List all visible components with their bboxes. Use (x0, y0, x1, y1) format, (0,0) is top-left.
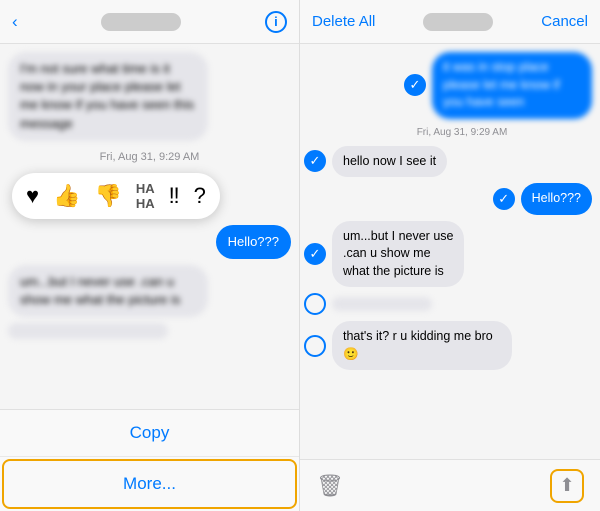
cancel-button[interactable]: Cancel (541, 13, 588, 30)
back-chevron-icon: ‹ (12, 12, 18, 32)
select-checkbox[interactable]: ✓ (304, 150, 326, 172)
left-header: ‹ i (0, 0, 299, 44)
select-checkbox[interactable]: ✓ (493, 188, 515, 210)
copy-menu-item[interactable]: Copy (0, 410, 299, 457)
right-panel: Delete All Cancel ✓ it was in stop place… (300, 0, 600, 511)
context-menu: Copy More... (0, 409, 299, 511)
contact-name-blur (101, 13, 181, 31)
message-bubble: it was in stop place please let me know … (432, 52, 592, 119)
share-icon: ⬆ (559, 475, 574, 496)
info-button[interactable]: i (265, 11, 287, 33)
back-button[interactable]: ‹ (12, 12, 18, 32)
message-bubble: hello now I see it (332, 146, 447, 178)
message-bubble: um...but I never use.can u show mewhat t… (332, 221, 464, 288)
trash-icon: 🗑 (316, 473, 344, 498)
timestamp-label: Fri, Aug 31, 9:29 AM (332, 127, 592, 138)
right-messages-list: ✓ it was in stop place please let me kno… (300, 44, 600, 459)
list-item: that's it? r u kidding me bro 🙂 (304, 321, 592, 370)
right-footer: 🗑 ⬆ (300, 459, 600, 511)
checkmark-icon: ✓ (498, 191, 509, 207)
left-panel: ‹ i I'm not sure what time is it now in … (0, 0, 300, 511)
question-reaction-icon[interactable]: ? (194, 183, 206, 209)
delete-all-button[interactable]: Delete All (312, 13, 375, 30)
list-item: I'm not sure what time is it now in your… (8, 52, 208, 141)
exclaim-reaction-icon[interactable]: ‼ (169, 183, 180, 209)
right-header: Delete All Cancel (300, 0, 600, 44)
list-item: ✓ Hello??? (304, 183, 592, 215)
message-bubble (332, 297, 432, 311)
list-item: um...but I never use .can u show me what… (8, 265, 208, 317)
right-contact-name-blur (423, 13, 493, 31)
timestamp-label: Fri, Aug 31, 9:29 AM (8, 151, 291, 163)
select-checkbox[interactable] (304, 293, 326, 315)
select-checkbox[interactable]: ✓ (304, 243, 326, 265)
reaction-bar[interactable]: ♥ 👍 👎 HAHA ‼ ? (12, 173, 220, 219)
heart-reaction-icon[interactable]: ♥ (26, 183, 39, 209)
checkmark-icon: ✓ (410, 77, 421, 93)
checkmark-icon: ✓ (310, 246, 321, 262)
select-checkbox[interactable] (304, 335, 326, 357)
list-item: ✓ um...but I never use.can u show mewhat… (304, 221, 592, 288)
select-checkbox[interactable]: ✓ (404, 74, 426, 96)
haha-reaction-icon[interactable]: HAHA (136, 181, 155, 211)
checkmark-icon: ✓ (310, 153, 321, 169)
share-button[interactable]: ⬆ (550, 469, 584, 503)
list-item (8, 323, 168, 339)
trash-button[interactable]: 🗑 (316, 473, 344, 499)
message-bubble: Hello??? (521, 183, 592, 215)
list-item: Hello??? (216, 225, 291, 259)
message-bubble: that's it? r u kidding me bro 🙂 (332, 321, 512, 370)
list-item: ✓ hello now I see it (304, 146, 592, 178)
thumbs-down-reaction-icon[interactable]: 👎 (94, 183, 121, 209)
list-item: ✓ it was in stop place please let me kno… (304, 52, 592, 119)
info-icon: i (274, 14, 278, 29)
thumbs-up-reaction-icon[interactable]: 👍 (53, 183, 80, 209)
more-menu-item[interactable]: More... (2, 459, 297, 509)
list-item (304, 293, 592, 315)
